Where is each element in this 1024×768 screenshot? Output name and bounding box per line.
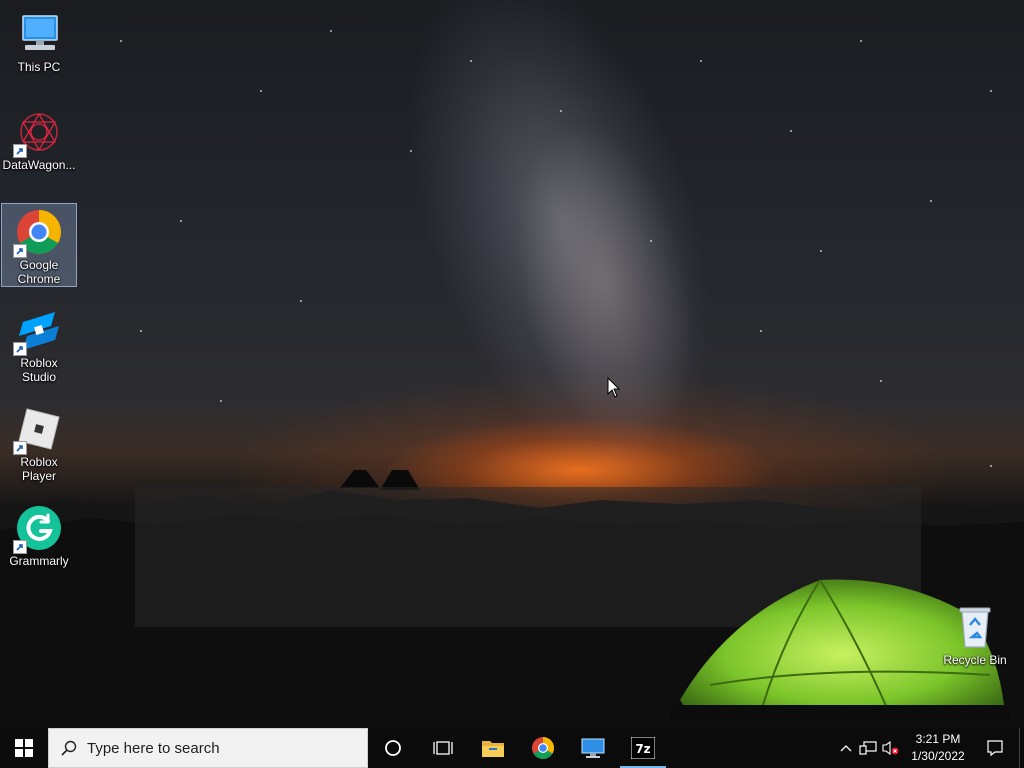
- cortana-icon: [385, 740, 401, 756]
- file-explorer-button[interactable]: [468, 728, 518, 768]
- desktop-icon-roblox-player[interactable]: Roblox Player: [1, 401, 77, 483]
- desktop-icon-chrome[interactable]: Google Chrome: [1, 203, 77, 287]
- network-icon: [859, 741, 877, 755]
- desktop-icon-label: Google Chrome: [17, 258, 61, 286]
- desktop-icon-roblox-studio[interactable]: Roblox Studio: [1, 302, 77, 384]
- 7zip-icon: 7z: [631, 737, 655, 759]
- remote-desktop-icon: [581, 738, 605, 758]
- taskbar-search-box[interactable]: Type here to search: [48, 728, 368, 768]
- taskbar-clock[interactable]: 3:21 PM 1/30/2022: [905, 731, 971, 765]
- datawagon-icon: [13, 108, 63, 158]
- shortcut-arrow-icon: [13, 244, 27, 258]
- action-center-button[interactable]: [971, 728, 1019, 768]
- volume-button[interactable]: [879, 728, 901, 768]
- svg-text:7z: 7z: [635, 742, 650, 756]
- mouse-cursor-icon: [607, 377, 621, 398]
- system-tray: 3:21 PM 1/30/2022: [835, 728, 1024, 768]
- clock-date: 1/30/2022: [911, 749, 965, 763]
- desktop-icon-recycle-bin[interactable]: Recycle Bin: [937, 599, 1013, 681]
- roblox-studio-icon: [13, 306, 63, 356]
- desktop-icon-label: DataWagon...: [2, 158, 76, 172]
- shortcut-arrow-icon: [13, 441, 27, 455]
- task-view-icon: [433, 741, 453, 755]
- shortcut-arrow-icon: [13, 540, 27, 554]
- desktop-icon-label: Roblox Studio: [20, 356, 58, 384]
- chevron-up-icon: [840, 745, 852, 752]
- windows-logo-icon: [15, 739, 33, 757]
- cortana-button[interactable]: [368, 728, 418, 768]
- remote-desktop-button[interactable]: [568, 728, 618, 768]
- shortcut-arrow-icon: [13, 342, 27, 356]
- show-hidden-icons-button[interactable]: [835, 728, 857, 768]
- 7zip-button[interactable]: 7z: [618, 728, 668, 768]
- chrome-icon: [532, 737, 554, 759]
- clock-time: 3:21 PM: [915, 732, 961, 746]
- desktop-icon-label: Roblox Player: [20, 455, 58, 483]
- grammarly-icon: [13, 504, 63, 554]
- desktop-icon-this-pc[interactable]: This PC: [1, 6, 77, 88]
- desktop-icon-label: This PC: [17, 60, 61, 74]
- volume-muted-icon: [882, 740, 899, 756]
- chrome-taskbar-button[interactable]: [518, 728, 568, 768]
- desktop-icon-label: Recycle Bin: [943, 653, 1007, 667]
- desktop-icon-label: Grammarly: [9, 554, 69, 568]
- task-view-button[interactable]: [418, 728, 468, 768]
- chrome-icon: [13, 208, 63, 258]
- desktop-wallpaper: [0, 0, 1024, 728]
- desktop-icon-datawagon[interactable]: DataWagon...: [1, 104, 77, 186]
- start-button[interactable]: [0, 728, 48, 768]
- taskbar: Type here to search 7z 3:21 PM 1/30/2022: [0, 728, 1024, 768]
- search-placeholder: Type here to search: [87, 739, 220, 757]
- shortcut-arrow-icon: [13, 144, 27, 158]
- recycle-bin-icon: [951, 603, 999, 651]
- desktop-icon-grammarly[interactable]: Grammarly: [1, 500, 77, 582]
- roblox-player-icon: [13, 405, 63, 455]
- notification-icon: [987, 740, 1003, 757]
- show-desktop-button[interactable]: [1019, 728, 1024, 768]
- search-icon: [61, 740, 77, 756]
- network-button[interactable]: [857, 728, 879, 768]
- this-pc-icon: [15, 10, 63, 58]
- file-explorer-icon: [482, 741, 504, 757]
